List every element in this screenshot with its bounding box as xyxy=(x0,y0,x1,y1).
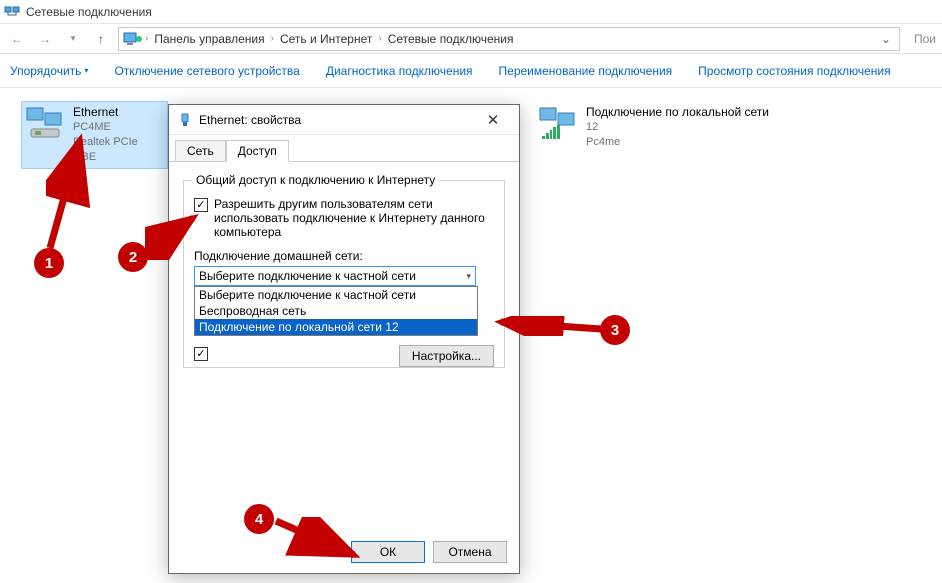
adapter-name: Ethernet xyxy=(73,105,164,120)
dialog-title: Ethernet: свойства xyxy=(199,113,475,127)
breadcrumb[interactable]: › Панель управления › Сеть и Интернет › … xyxy=(118,27,900,51)
chevron-right-icon: › xyxy=(378,33,381,44)
window-titlebar: Сетевые подключения xyxy=(0,0,942,24)
dialog-body: Общий доступ к подключению к Интернету Р… xyxy=(169,162,519,542)
allow-control-checkbox[interactable] xyxy=(194,347,208,361)
chevron-down-icon: ▾ xyxy=(466,271,471,282)
combo-selected-text: Выберите подключение к частной сети xyxy=(199,269,416,283)
dialog-titlebar[interactable]: Ethernet: свойства ✕ xyxy=(169,105,519,135)
organize-menu[interactable]: Упорядочить▾ xyxy=(10,64,88,78)
allow-sharing-checkbox[interactable] xyxy=(194,198,208,212)
combo-option[interactable]: Выберите подключение к частной сети xyxy=(195,287,477,303)
chevron-down-icon: ▾ xyxy=(84,66,88,75)
search-placeholder: Пои xyxy=(906,32,936,46)
allow-sharing-label: Разрешить другим пользователям сети испо… xyxy=(214,197,494,239)
combo-dropdown-list: Выберите подключение к частной сети Бесп… xyxy=(194,286,478,336)
adapter-ethernet[interactable]: Ethernet PC4ME Realtek PCIe GBE xyxy=(22,102,167,168)
ethernet-icon xyxy=(177,112,193,128)
history-dropdown[interactable]: ▾ xyxy=(62,28,84,50)
tab-sharing[interactable]: Доступ xyxy=(226,140,289,162)
crumb-connections[interactable]: Сетевые подключения xyxy=(384,32,518,46)
control-panel-icon xyxy=(123,31,143,47)
diagnose-connection[interactable]: Диагностика подключения xyxy=(326,64,473,78)
ok-button[interactable]: ОК xyxy=(351,541,425,563)
adapter-device: Realtek PCIe GBE xyxy=(73,135,164,165)
adapter-status: PC4ME xyxy=(73,120,164,135)
signal-bars-icon xyxy=(542,125,560,139)
callout-1: 1 xyxy=(34,248,64,278)
dialog-button-row: ОК Отмена xyxy=(351,541,507,563)
back-button[interactable]: ← xyxy=(6,28,28,50)
disable-device[interactable]: Отключение сетевого устройства xyxy=(114,64,299,78)
view-status[interactable]: Просмотр состояния подключения xyxy=(698,64,890,78)
crumb-control-panel[interactable]: Панель управления xyxy=(150,32,268,46)
crumb-network-internet[interactable]: Сеть и Интернет xyxy=(276,32,376,46)
rename-connection[interactable]: Переименование подключения xyxy=(499,64,673,78)
forward-button[interactable]: → xyxy=(34,28,56,50)
adapter-device: Pc4me xyxy=(586,135,769,150)
up-button[interactable]: ↑ xyxy=(90,28,112,50)
nav-bar: ← → ▾ ↑ › Панель управления › Сеть и Инт… xyxy=(0,24,942,54)
network-icon xyxy=(4,4,20,20)
chevron-right-icon: › xyxy=(145,33,148,44)
callout-3: 3 xyxy=(600,315,630,345)
adapter-lan[interactable]: Подключение по локальной сети 12 Pc4me xyxy=(535,102,795,153)
tab-bar: Сеть Доступ xyxy=(169,135,519,162)
combo-option[interactable]: Подключение по локальной сети 12 xyxy=(195,319,477,335)
internet-sharing-group: Общий доступ к подключению к Интернету Р… xyxy=(183,180,505,368)
home-connection-combo[interactable]: Выберите подключение к частной сети ▾ Вы… xyxy=(194,266,476,286)
ethernet-adapter-icon xyxy=(25,105,65,141)
properties-dialog: Ethernet: свойства ✕ Сеть Доступ Общий д… xyxy=(168,104,520,574)
group-legend: Общий доступ к подключению к Интернету xyxy=(192,173,439,187)
window-title: Сетевые подключения xyxy=(26,5,152,19)
chevron-right-icon: › xyxy=(271,33,274,44)
callout-4: 4 xyxy=(244,504,274,534)
toolbar: Упорядочить▾ Отключение сетевого устройс… xyxy=(0,54,942,88)
callout-2: 2 xyxy=(118,242,148,272)
cancel-button[interactable]: Отмена xyxy=(433,541,507,563)
home-connection-label: Подключение домашней сети: xyxy=(194,249,494,263)
combo-option[interactable]: Беспроводная сеть xyxy=(195,303,477,319)
tab-network[interactable]: Сеть xyxy=(175,140,226,162)
breadcrumb-dropdown[interactable]: ⌄ xyxy=(877,32,895,46)
settings-button[interactable]: Настройка... xyxy=(399,345,494,367)
adapter-name: Подключение по локальной сети xyxy=(586,105,769,120)
close-button[interactable]: ✕ xyxy=(475,108,511,132)
adapter-status: 12 xyxy=(586,120,769,135)
